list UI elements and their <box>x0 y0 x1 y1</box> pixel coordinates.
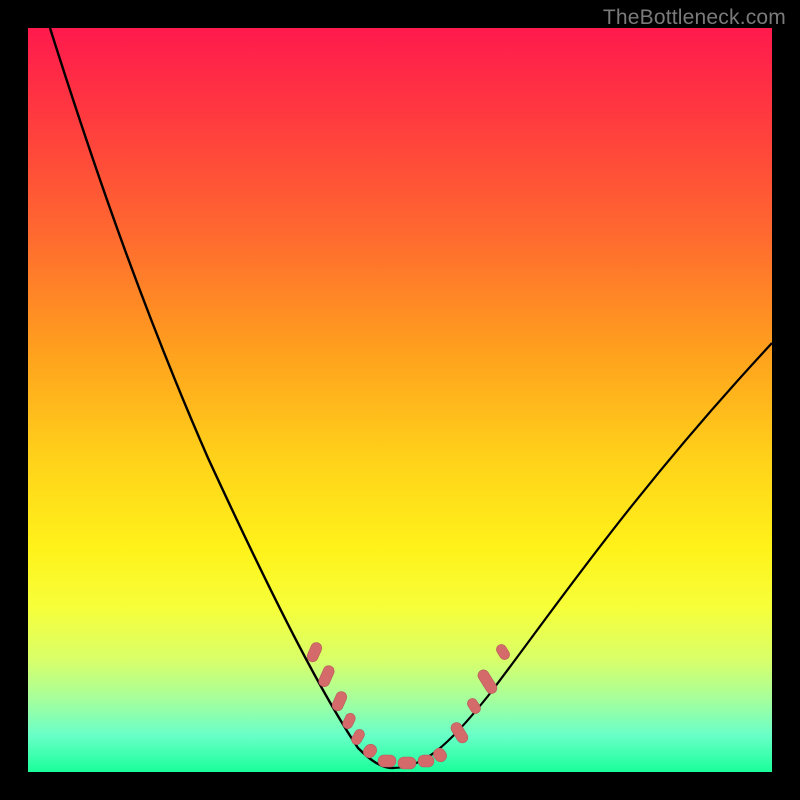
bead-icon <box>350 728 367 747</box>
plot-area <box>28 28 772 772</box>
curve-right-path <box>393 343 772 768</box>
bead-icon <box>418 755 434 767</box>
bead-icon <box>476 668 499 696</box>
bead-icon <box>341 712 357 731</box>
bead-icon <box>378 755 396 767</box>
chart-frame: TheBottleneck.com <box>0 0 800 800</box>
bead-icon <box>317 664 336 689</box>
curve-svg <box>28 28 772 772</box>
curve-left-path <box>50 28 393 768</box>
watermark-label: TheBottleneck.com <box>603 6 786 30</box>
bead-icon <box>495 643 512 662</box>
bead-icon <box>398 757 416 769</box>
bead-icon <box>449 720 470 744</box>
bead-icon <box>466 697 483 716</box>
bead-icon <box>361 742 379 760</box>
